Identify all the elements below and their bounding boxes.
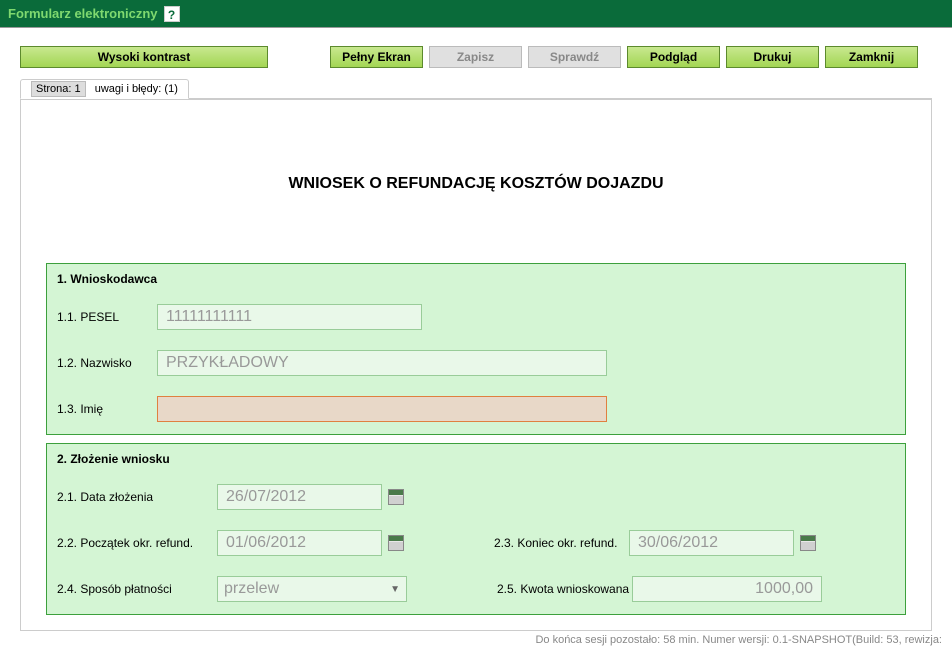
data-zlozenia-input[interactable] [217,484,382,510]
calendar-icon[interactable] [388,535,404,551]
tab-errors-label: uwagi i błędy: (1) [95,83,178,95]
tabs-bar: Strona: 1 uwagi i błędy: (1) [20,78,932,99]
toolbar: Wysoki kontrast Pełny Ekran Zapisz Spraw… [20,46,932,68]
tab-page-1[interactable]: Strona: 1 uwagi i błędy: (1) [20,79,189,99]
kwota-label: 2.5. Kwota wnioskowana [497,582,632,596]
koniec-label: 2.3. Koniec okr. refund. [494,536,629,550]
poczatek-label: 2.2. Początek okr. refund. [57,536,217,550]
fullscreen-button[interactable]: Pełny Ekran [330,46,423,68]
chevron-down-icon: ▼ [390,584,400,595]
sposob-select[interactable]: przelew ▼ [217,576,407,602]
nazwisko-label: 1.2. Nazwisko [57,356,157,370]
calendar-icon[interactable] [800,535,816,551]
section-submission: 2. Złożenie wniosku 2.1. Data złożenia 2… [46,443,906,615]
nazwisko-input[interactable] [157,350,607,376]
section-applicant: 1. Wnioskodawca 1.1. PESEL 1.2. Nazwisko… [46,263,906,435]
data-zlozenia-label: 2.1. Data złożenia [57,490,217,504]
imie-label: 1.3. Imię [57,402,157,416]
help-icon[interactable]: ? [164,6,180,22]
section-2-title: 2. Złożenie wniosku [57,452,895,466]
check-button: Sprawdź [528,46,621,68]
poczatek-input[interactable] [217,530,382,556]
window-header: Formularz elektroniczny ? [0,0,952,28]
page-badge: Strona: 1 [31,81,86,97]
preview-button[interactable]: Podgląd [627,46,720,68]
window-title: Formularz elektroniczny [8,6,158,21]
section-1-title: 1. Wnioskodawca [57,272,895,286]
sposob-value: przelew [224,580,279,598]
high-contrast-button[interactable]: Wysoki kontrast [20,46,268,68]
calendar-icon[interactable] [388,489,404,505]
pesel-input[interactable] [157,304,422,330]
kwota-input[interactable] [632,576,822,602]
save-button: Zapisz [429,46,522,68]
status-bar: Do końca sesji pozostało: 58 min. Numer … [0,631,952,646]
imie-input[interactable] [157,396,607,422]
close-button[interactable]: Zamknij [825,46,918,68]
form-title: WNIOSEK O REFUNDACJĘ KOSZTÓW DOJAZDU [46,175,906,193]
form-scroll-area[interactable]: WNIOSEK O REFUNDACJĘ KOSZTÓW DOJAZDU 1. … [20,99,932,631]
koniec-input[interactable] [629,530,794,556]
sposob-label: 2.4. Sposób płatności [57,582,217,596]
pesel-label: 1.1. PESEL [57,310,157,324]
print-button[interactable]: Drukuj [726,46,819,68]
